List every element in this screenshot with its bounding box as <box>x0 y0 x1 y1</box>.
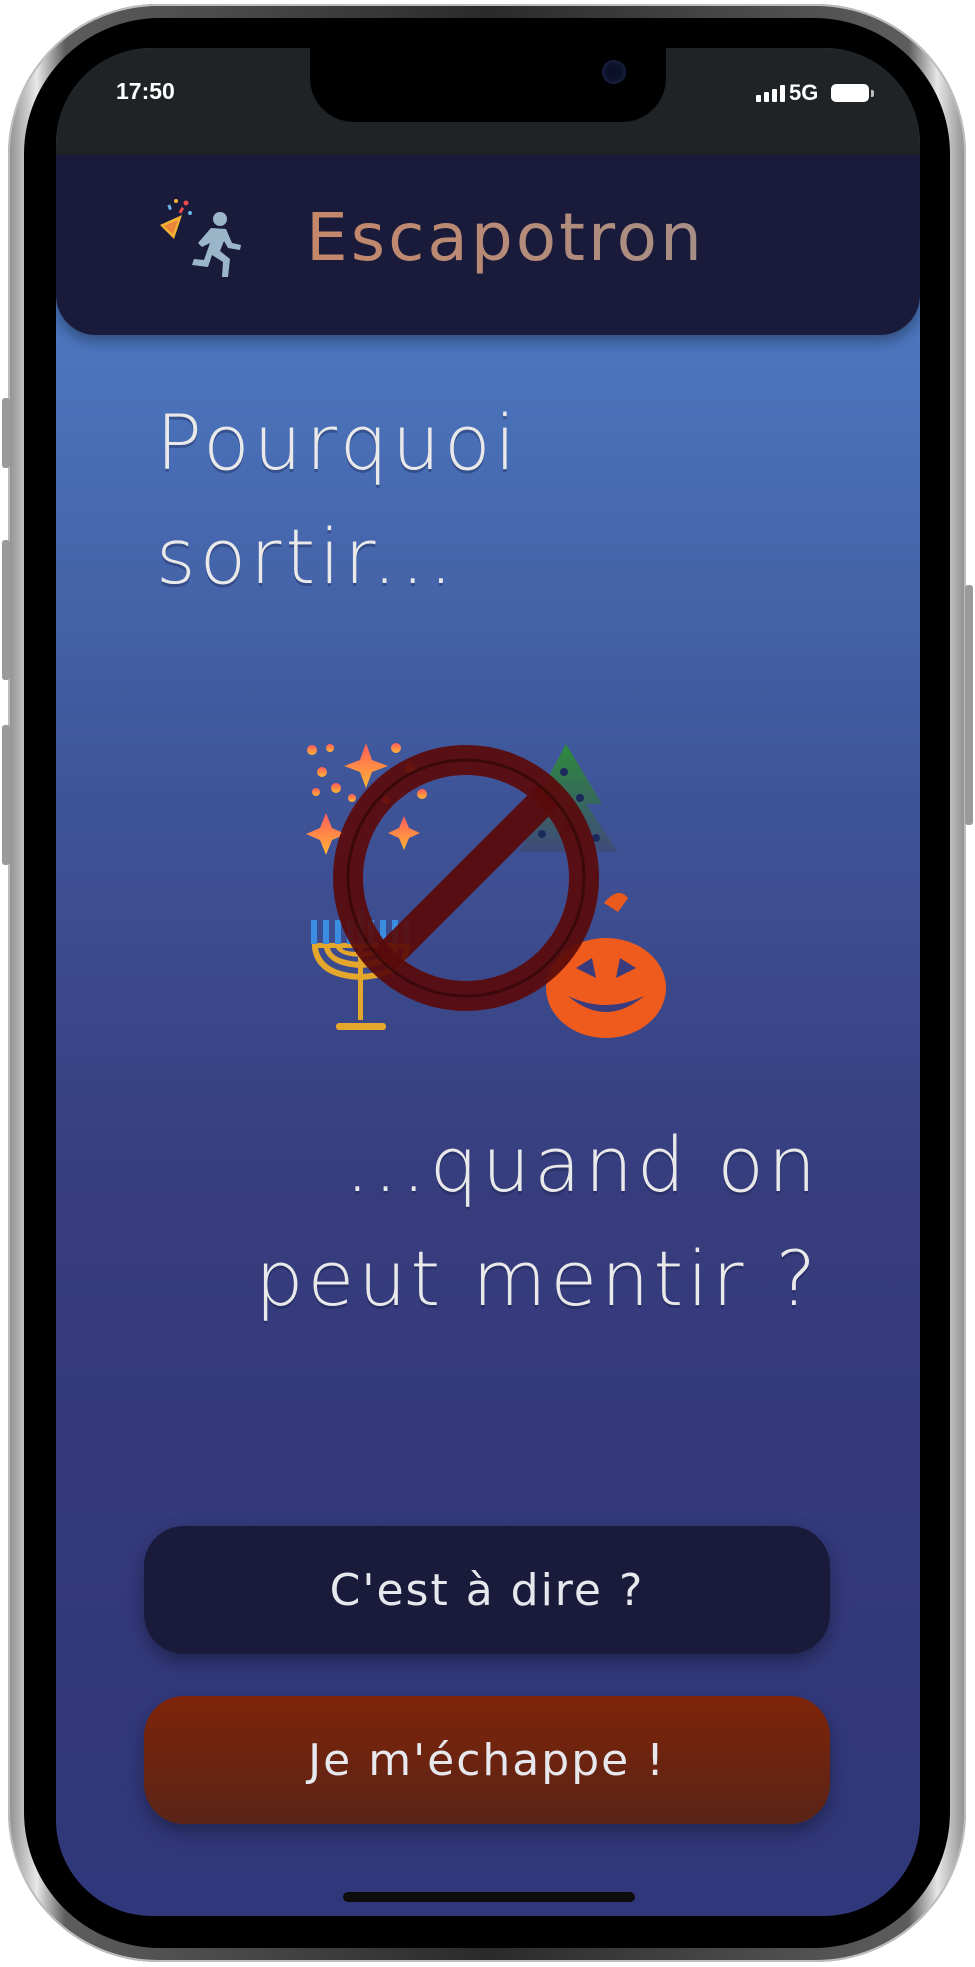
network-type: 5G <box>789 80 819 105</box>
battery-icon <box>831 84 874 102</box>
logo-icon <box>160 199 241 277</box>
home-indicator <box>343 1892 635 1902</box>
volume-down-button <box>2 540 10 680</box>
headline-bottom: ...quand on peut mentir ? <box>255 1120 820 1323</box>
headline-top: Pourquoi sortir... <box>156 398 520 601</box>
app-screen: 17:50 5G Escapotron Pourquoi sortir... .… <box>56 48 920 1916</box>
status-bar: 17:50 5G <box>56 48 920 155</box>
volume-up-button <box>2 398 10 468</box>
escape-button[interactable]: Je m'échappe ! <box>144 1696 830 1824</box>
running-person-icon <box>192 212 241 277</box>
info-button[interactable]: C'est à dire ? <box>144 1526 830 1654</box>
party-popper-icon <box>160 199 192 239</box>
holidays-illustration <box>306 743 666 1038</box>
notch <box>310 48 666 122</box>
silent-switch <box>2 725 10 865</box>
prohibited-icon <box>333 745 599 1011</box>
power-button <box>965 585 973 825</box>
app-header: Escapotron <box>56 155 920 335</box>
app-title: Escapotron <box>306 199 705 276</box>
status-time: 17:50 <box>116 78 175 104</box>
camera-icon <box>602 60 626 84</box>
